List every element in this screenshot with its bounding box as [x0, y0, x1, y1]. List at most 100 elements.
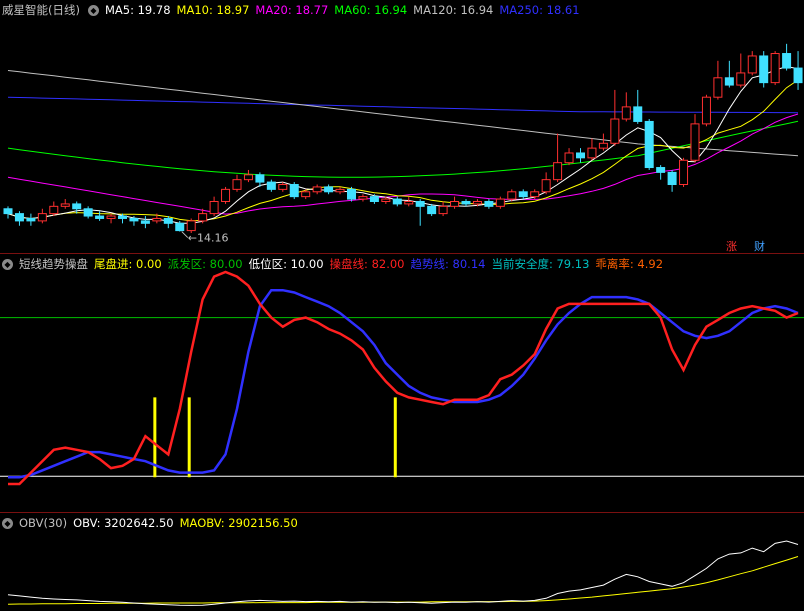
ma-label-1: MA10: 18.97: [176, 3, 250, 17]
candle-body: [369, 196, 379, 202]
obv-title[interactable]: OBV(30): [19, 516, 67, 530]
candle-body: [232, 179, 242, 190]
candle-body: [312, 186, 322, 193]
candle-body: [736, 72, 746, 86]
ma10-line: [7, 79, 799, 222]
candle-body: [518, 191, 528, 198]
candle-body: [289, 184, 299, 198]
main-price-panel: ←14.16 威星智能(日线) ◆ MA5: 19.78 MA10: 18.97 M…: [0, 0, 804, 254]
indicator-panel: ◆ 短线趋势操盘 尾盘进: 0.00 派发区: 80.00 低位区: 10.00 操盘…: [0, 254, 804, 513]
candle-body: [724, 77, 734, 86]
candle-body: [140, 220, 150, 224]
candle-body: [381, 198, 391, 202]
candle-body: [106, 215, 116, 219]
candle-body: [221, 188, 231, 202]
low-price-label: ←14.16: [188, 232, 229, 245]
stock-title[interactable]: 威星智能(日线): [2, 2, 80, 18]
candle-body: [186, 220, 196, 232]
indicator-param-group: 尾盘进: 0.00 派发区: 80.00 低位区: 10.00 操盘线: 82.00 趋…: [94, 256, 669, 272]
candle-body: [553, 162, 563, 181]
candle-body: [461, 200, 471, 205]
indicator-title[interactable]: 短线趋势操盘: [19, 256, 88, 272]
candle-body: [438, 205, 448, 215]
trend-line: [8, 288, 799, 479]
candle-body: [49, 205, 59, 215]
candle-body: [95, 215, 105, 219]
candle-body: [564, 152, 574, 164]
candle-body: [530, 191, 540, 198]
ma-label-3: MA60: 16.94: [334, 3, 408, 17]
candle-body: [484, 200, 494, 207]
candle-body: [472, 200, 482, 205]
candle-body: [598, 142, 608, 149]
candle-body: [26, 217, 36, 222]
indicator-param-2: 低位区: 10.00: [248, 257, 324, 271]
indicator-param-6: 乖离率: 4.92: [595, 257, 664, 271]
candle-body: [541, 179, 551, 193]
settings-dot-icon[interactable]: ◆: [2, 258, 13, 270]
candle-body: [644, 120, 654, 169]
candle-body: [3, 208, 13, 215]
ma-label-group: MA5: 19.78 MA10: 18.97 MA20: 18.77 MA60: 16…: [105, 3, 586, 17]
candle-body: [175, 222, 185, 232]
candle-body: [701, 96, 711, 125]
candlestick-chart: ←14.16: [3, 43, 803, 245]
candle-body: [656, 167, 666, 173]
candle-body: [278, 184, 288, 190]
candle-body: [358, 196, 368, 200]
candle-body: [747, 55, 757, 74]
candle-body: [610, 118, 620, 144]
candle-body: [679, 159, 689, 186]
candle-body: [770, 53, 780, 84]
candle-body: [72, 203, 82, 210]
maobv-line: [7, 556, 799, 605]
candle-body: [450, 200, 460, 207]
candle-body: [335, 188, 345, 193]
tag-cai[interactable]: 财: [754, 238, 765, 254]
candle-body: [152, 217, 162, 222]
candle-body: [163, 217, 173, 224]
ma-label-2: MA20: 18.77: [255, 3, 329, 17]
indicator-param-4: 趋势线: 80.14: [410, 257, 486, 271]
obv-header: ◆ OBV(30) OBV: 3202642.50 MAOBV: 2902156.…: [0, 513, 310, 533]
ma120-line: [7, 70, 799, 157]
settings-dot-icon[interactable]: ◆: [2, 517, 13, 529]
candle-body: [392, 198, 402, 205]
candle-body: [129, 217, 139, 222]
ma5-line: [7, 66, 799, 224]
candle-body: [793, 67, 803, 84]
tag-rise[interactable]: 涨: [726, 238, 737, 254]
main-header: 威星智能(日线) ◆ MA5: 19.78 MA10: 18.97 MA20: 18…: [0, 0, 592, 20]
candle-body: [37, 213, 47, 222]
operate-line: [8, 270, 799, 486]
candle-body: [198, 213, 208, 222]
trend-indicator-chart: [0, 270, 804, 486]
candle-body: [255, 174, 265, 183]
indicator-param-1: 派发区: 80.00: [167, 257, 243, 271]
candle-body: [713, 77, 723, 98]
candle-body: [427, 205, 437, 215]
indicator-param-0: 尾盘进: 0.00: [94, 257, 162, 271]
obv-line: [7, 540, 799, 606]
candle-body: [243, 174, 253, 181]
candle-body: [415, 200, 425, 207]
candle-body: [759, 55, 769, 84]
ma250-line: [7, 96, 799, 114]
indicator-param-5: 当前安全度: 79.13: [491, 257, 590, 271]
candle-body: [690, 123, 700, 161]
candle-body: [266, 181, 276, 190]
settings-dot-icon[interactable]: ◆: [87, 4, 99, 16]
candle-body: [324, 186, 334, 193]
candle-body: [209, 200, 219, 215]
candle-body: [667, 171, 677, 186]
ma-label-0: MA5: 19.78: [104, 3, 171, 17]
candle-body: [118, 215, 127, 219]
obv-param-0: OBV: 3202642.50: [73, 516, 174, 530]
obv-panel: ◆ OBV(30) OBV: 3202642.50 MAOBV: 2902156.…: [0, 513, 804, 611]
candle-body: [576, 152, 585, 159]
obv-param-1: MAOBV: 2902156.50: [179, 516, 298, 530]
candle-body: [347, 188, 356, 200]
indicator-header: ◆ 短线趋势操盘 尾盘进: 0.00 派发区: 80.00 低位区: 10.00 操盘…: [0, 254, 675, 274]
candle-body: [621, 106, 631, 120]
ma-label-4: MA120: 16.94: [413, 3, 494, 17]
